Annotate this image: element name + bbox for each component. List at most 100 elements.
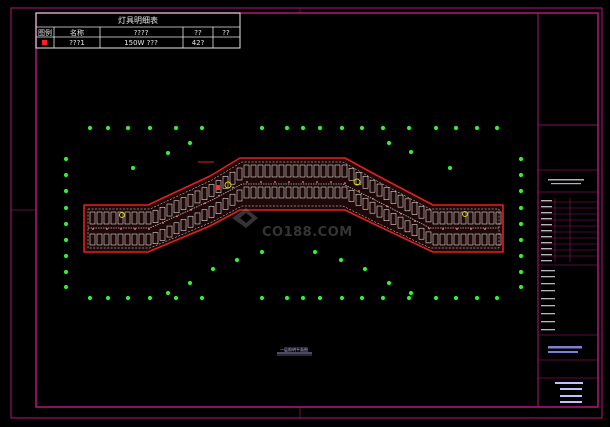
title-block-text-mark (541, 276, 555, 278)
site-light-icon (165, 150, 171, 156)
site-light-icon (453, 125, 459, 131)
title-block-text-mark (541, 254, 552, 256)
cad-drawing-canvas: 灯具明细表 图例 名称 ???? ?? ?? ???1 150W ??? 42?… (10, 7, 603, 419)
site-light-icon (63, 253, 69, 259)
title-block-text-mark (541, 270, 555, 272)
title-block-text-mark (541, 230, 552, 232)
site-light-icon (447, 165, 453, 171)
site-light-icon (259, 295, 265, 301)
site-light-icon (147, 125, 153, 131)
corridor-light-icon (106, 228, 108, 230)
site-light-icon (105, 125, 111, 131)
legend-title: 灯具明细表 (118, 15, 158, 25)
corridor-light-icon (92, 228, 94, 230)
site-light-icon (359, 125, 365, 131)
site-light-icon (317, 295, 323, 301)
site-light-icon (125, 125, 131, 131)
corridor-light-icon (288, 181, 290, 183)
site-light-icon (173, 295, 179, 301)
site-light-icon (359, 295, 365, 301)
corridor-light-icon (344, 182, 346, 185)
site-light-icon (63, 284, 69, 290)
watermark-text: CO188.COM (262, 225, 353, 240)
site-light-icon (105, 295, 111, 301)
corridor-light-icon (148, 228, 150, 230)
title-block-text-mark (541, 321, 555, 323)
site-light-icon (63, 221, 69, 227)
site-light-icon (386, 140, 392, 146)
site-light-icon (125, 295, 131, 301)
corridor-light-icon (204, 202, 206, 205)
legend-header-col4: ?? (194, 29, 202, 37)
corridor-light-icon (120, 228, 122, 230)
corridor-light-icon (134, 228, 136, 230)
corridor-light-icon (414, 220, 416, 222)
watermark: CO188.COM (232, 208, 353, 240)
corridor-light-icon (176, 215, 178, 218)
title-block-text-mark (541, 313, 555, 315)
legend-light-symbol (42, 40, 47, 45)
title-block-text-mark (541, 329, 555, 331)
corridor-light-icon (456, 228, 458, 230)
site-light-icon (63, 237, 69, 243)
title-block-text-mark (541, 212, 552, 214)
legend-table: 灯具明细表 图例 名称 ???? ?? ?? ???1 150W ??? 42? (35, 12, 241, 49)
corridor-light-icon (330, 181, 332, 183)
corridor-light-icon (484, 228, 486, 230)
legend-header-symbol: 图例 (38, 28, 52, 37)
site-light-icon (63, 188, 69, 194)
site-light-icon (300, 125, 306, 131)
corridor-light-icon (232, 186, 234, 189)
legend-row-qty: 42? (192, 39, 205, 47)
site-light-icon (147, 295, 153, 301)
site-light-icon (300, 295, 306, 301)
title-block-text-mark (541, 283, 555, 285)
corridor-light-icon (302, 181, 304, 183)
site-light-icon (518, 253, 524, 259)
corridor-light-icon (442, 228, 444, 230)
title-block-text-mark (541, 260, 552, 262)
site-light-icon (339, 295, 345, 301)
site-light-icon (63, 269, 69, 275)
site-light-icon (518, 269, 524, 275)
site-light-icon (63, 205, 69, 211)
site-light-icon (130, 165, 136, 171)
site-light-icon (259, 249, 265, 255)
site-light-icon (408, 290, 414, 296)
corridor-light-icon (372, 197, 374, 200)
site-light-icon (494, 295, 500, 301)
site-light-icon (199, 295, 205, 301)
corridor-light-icon (218, 194, 220, 197)
site-light-icon (433, 125, 439, 131)
title-block-text-mark (541, 218, 552, 220)
site-light-icon (284, 125, 290, 131)
site-light-icon (284, 295, 290, 301)
site-light-icon (406, 295, 412, 301)
site-light-icon (312, 249, 318, 255)
site-light-icon (87, 295, 93, 301)
corridor-light-icon (316, 181, 318, 183)
site-light-icon (474, 125, 480, 131)
site-light-icon (518, 221, 524, 227)
corridor-light-icon (162, 222, 164, 224)
title-block-text-mark (541, 200, 552, 202)
site-light-icon (259, 125, 265, 131)
title-block-text-mark (541, 248, 552, 250)
site-light-icon (187, 280, 193, 286)
legend-row-name: ???1 (69, 39, 85, 47)
site-light-icon (386, 280, 392, 286)
legend-header-col5: ?? (222, 29, 230, 37)
site-light-icon (408, 149, 414, 155)
site-light-icon (339, 125, 345, 131)
site-light-icon (494, 125, 500, 131)
plan-caption: 一层照明平面图 (280, 346, 308, 352)
site-light-icon (406, 125, 412, 131)
site-light-icon (362, 266, 368, 272)
site-light-icon (474, 295, 480, 301)
title-block-text-mark (541, 290, 555, 292)
site-light-icon (518, 156, 524, 162)
legend-header-name: 名称 (70, 28, 84, 37)
site-light-icon (380, 295, 386, 301)
site-light-icon (187, 140, 193, 146)
site-light-icon (165, 290, 171, 296)
